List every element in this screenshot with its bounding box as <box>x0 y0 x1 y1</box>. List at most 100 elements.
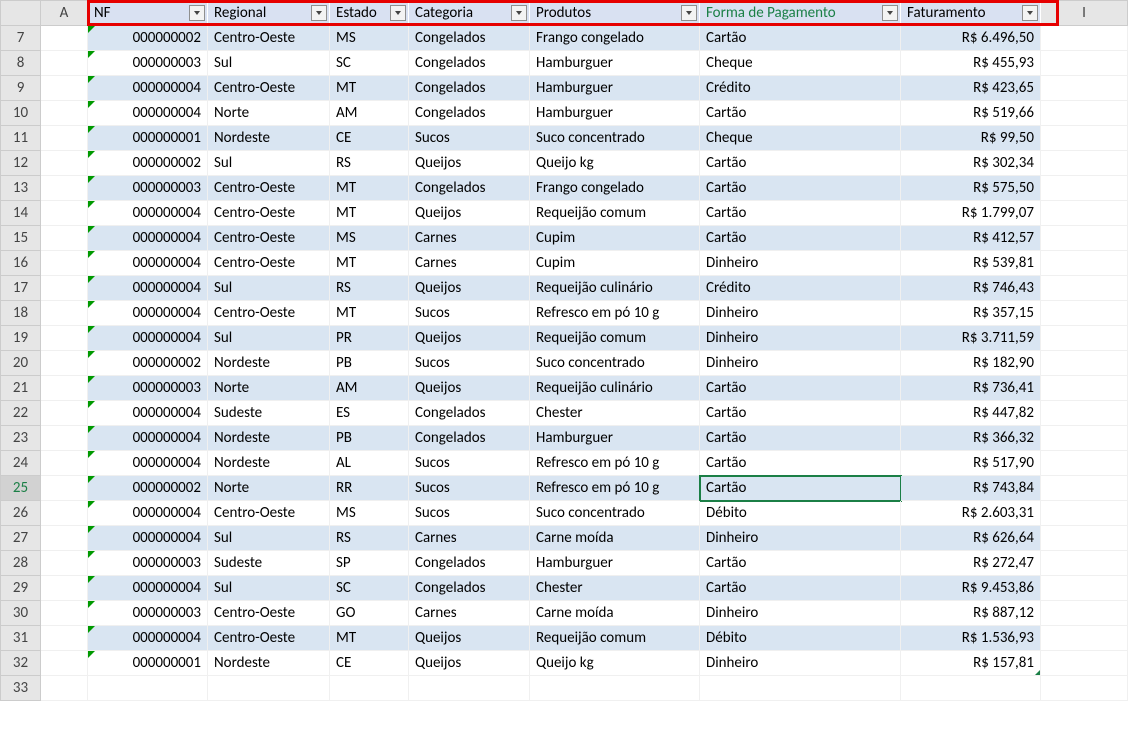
cell-A9[interactable] <box>41 76 88 101</box>
cell-fat-11[interactable]: R$ 99,50 <box>901 126 1041 151</box>
cell-est-11[interactable]: CE <box>330 126 409 151</box>
cell-pag-17[interactable]: Crédito <box>700 276 901 301</box>
col-header-I[interactable]: I <box>1041 1 1128 26</box>
cell-pag-14[interactable]: Cartão <box>700 201 901 226</box>
cell-cat-8[interactable]: Congelados <box>409 51 530 76</box>
cell-I19[interactable] <box>1041 326 1128 351</box>
cell-fat-18[interactable]: R$ 357,15 <box>901 301 1041 326</box>
cell-fat-23[interactable]: R$ 366,32 <box>901 426 1041 451</box>
cell-reg-20[interactable]: Nordeste <box>208 351 330 376</box>
cell-pag-28[interactable]: Cartão <box>700 551 901 576</box>
cell-prod-13[interactable]: Frango congelado <box>530 176 700 201</box>
cell-pag-23[interactable]: Cartão <box>700 426 901 451</box>
cell-est-19[interactable]: PR <box>330 326 409 351</box>
table-header-nf[interactable]: NF <box>88 1 208 26</box>
cell-nf-12[interactable]: 000000002 <box>88 151 208 176</box>
cell-cat-29[interactable]: Congelados <box>409 576 530 601</box>
cell-I16[interactable] <box>1041 251 1128 276</box>
cell-est-13[interactable]: MT <box>330 176 409 201</box>
cell-A32[interactable] <box>41 651 88 676</box>
cell-prod-20[interactable]: Suco concentrado <box>530 351 700 376</box>
cell-prod-29[interactable]: Chester <box>530 576 700 601</box>
cell-cat-20[interactable]: Sucos <box>409 351 530 376</box>
cell-nf-18[interactable]: 000000004 <box>88 301 208 326</box>
cell-nf-32[interactable]: 000000001 <box>88 651 208 676</box>
cell-pag-19[interactable]: Dinheiro <box>700 326 901 351</box>
cell-A31[interactable] <box>41 626 88 651</box>
cell-empty-33-7[interactable] <box>901 676 1041 701</box>
cell-prod-22[interactable]: Chester <box>530 401 700 426</box>
cell-cat-24[interactable]: Sucos <box>409 451 530 476</box>
cell-reg-28[interactable]: Sudeste <box>208 551 330 576</box>
table-header-regional[interactable]: Regional <box>208 1 330 26</box>
cell-est-24[interactable]: AL <box>330 451 409 476</box>
cell-I12[interactable] <box>1041 151 1128 176</box>
row-header-32[interactable]: 32 <box>1 651 41 676</box>
cell-reg-19[interactable]: Sul <box>208 326 330 351</box>
cell-est-26[interactable]: MS <box>330 501 409 526</box>
row-header-10[interactable]: 10 <box>1 101 41 126</box>
cell-pag-10[interactable]: Cartão <box>700 101 901 126</box>
row-header-33[interactable]: 33 <box>1 676 41 701</box>
cell-I32[interactable] <box>1041 651 1128 676</box>
cell-est-21[interactable]: AM <box>330 376 409 401</box>
row-header-29[interactable]: 29 <box>1 576 41 601</box>
cell-prod-9[interactable]: Hamburguer <box>530 76 700 101</box>
cell-est-31[interactable]: MT <box>330 626 409 651</box>
cell-empty-33-8[interactable] <box>1041 676 1128 701</box>
cell-prod-15[interactable]: Cupim <box>530 226 700 251</box>
cell-est-12[interactable]: RS <box>330 151 409 176</box>
cell-est-15[interactable]: MS <box>330 226 409 251</box>
cell-nf-15[interactable]: 000000004 <box>88 226 208 251</box>
cell-I15[interactable] <box>1041 226 1128 251</box>
cell-A12[interactable] <box>41 151 88 176</box>
cell-est-25[interactable]: RR <box>330 476 409 501</box>
filter-dropdown-icon[interactable] <box>390 5 406 21</box>
cell-I8[interactable] <box>1041 51 1128 76</box>
cell-nf-17[interactable]: 000000004 <box>88 276 208 301</box>
cell-cat-12[interactable]: Queijos <box>409 151 530 176</box>
cell-est-23[interactable]: PB <box>330 426 409 451</box>
cell-fat-12[interactable]: R$ 302,34 <box>901 151 1041 176</box>
cell-reg-32[interactable]: Nordeste <box>208 651 330 676</box>
cell-cat-19[interactable]: Queijos <box>409 326 530 351</box>
cell-nf-30[interactable]: 000000003 <box>88 601 208 626</box>
cell-reg-15[interactable]: Centro-Oeste <box>208 226 330 251</box>
cell-est-18[interactable]: MT <box>330 301 409 326</box>
cell-reg-23[interactable]: Nordeste <box>208 426 330 451</box>
row-header-8[interactable]: 8 <box>1 51 41 76</box>
cell-I18[interactable] <box>1041 301 1128 326</box>
cell-nf-24[interactable]: 000000004 <box>88 451 208 476</box>
cell-nf-26[interactable]: 000000004 <box>88 501 208 526</box>
cell-cat-15[interactable]: Carnes <box>409 226 530 251</box>
cell-nf-13[interactable]: 000000003 <box>88 176 208 201</box>
cell-fat-13[interactable]: R$ 575,50 <box>901 176 1041 201</box>
row-header-23[interactable]: 23 <box>1 426 41 451</box>
cell-nf-20[interactable]: 000000002 <box>88 351 208 376</box>
cell-A10[interactable] <box>41 101 88 126</box>
row-header-22[interactable]: 22 <box>1 401 41 426</box>
cell-fat-16[interactable]: R$ 539,81 <box>901 251 1041 276</box>
cell-A14[interactable] <box>41 201 88 226</box>
cell-nf-16[interactable]: 000000004 <box>88 251 208 276</box>
row-header-17[interactable]: 17 <box>1 276 41 301</box>
cell-est-8[interactable]: SC <box>330 51 409 76</box>
cell-fat-27[interactable]: R$ 626,64 <box>901 526 1041 551</box>
cell-pag-15[interactable]: Cartão <box>700 226 901 251</box>
cell-est-28[interactable]: SP <box>330 551 409 576</box>
cell-I31[interactable] <box>1041 626 1128 651</box>
row-header-15[interactable]: 15 <box>1 226 41 251</box>
cell-prod-32[interactable]: Queijo kg <box>530 651 700 676</box>
cell-nf-25[interactable]: 000000002 <box>88 476 208 501</box>
cell-cat-11[interactable]: Sucos <box>409 126 530 151</box>
cell-I25[interactable] <box>1041 476 1128 501</box>
cell-prod-7[interactable]: Frango congelado <box>530 26 700 51</box>
row-header-16[interactable]: 16 <box>1 251 41 276</box>
cell-est-20[interactable]: PB <box>330 351 409 376</box>
cell-I27[interactable] <box>1041 526 1128 551</box>
cell-I28[interactable] <box>1041 551 1128 576</box>
cell-est-7[interactable]: MS <box>330 26 409 51</box>
cell-prod-16[interactable]: Cupim <box>530 251 700 276</box>
cell-A8[interactable] <box>41 51 88 76</box>
filter-dropdown-icon[interactable] <box>189 5 205 21</box>
